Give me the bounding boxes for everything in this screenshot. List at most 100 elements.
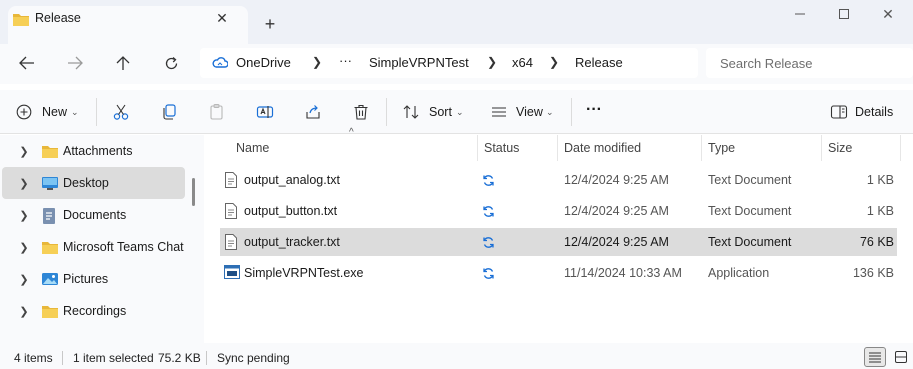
column-divider[interactable] bbox=[477, 135, 478, 161]
chevron-right-icon[interactable]: ❯ bbox=[18, 240, 30, 254]
breadcrumb-simplevrpntest[interactable]: SimpleVRPNTest bbox=[369, 55, 469, 70]
nav-item-label: Pictures bbox=[63, 272, 109, 286]
chevron-right-icon[interactable]: ❯ bbox=[18, 176, 30, 190]
chevron-down-icon[interactable]: ⌄ bbox=[71, 107, 79, 118]
column-header-status[interactable]: Status bbox=[484, 141, 519, 155]
nav-scrollbar[interactable] bbox=[192, 178, 195, 206]
column-divider[interactable] bbox=[821, 135, 822, 161]
file-size: 136 KB bbox=[852, 266, 894, 280]
cut-icon[interactable] bbox=[112, 101, 130, 123]
folder-icon bbox=[41, 143, 59, 159]
text-file-icon bbox=[224, 203, 238, 219]
pictures-icon bbox=[41, 271, 59, 287]
status-sync: Sync pending bbox=[217, 351, 290, 365]
text-file-icon bbox=[224, 172, 238, 188]
details-pane-icon[interactable] bbox=[830, 101, 848, 123]
new-button[interactable]: New bbox=[42, 105, 67, 119]
chevron-right-icon[interactable]: ❯ bbox=[18, 304, 30, 318]
file-date: 12/4/2024 9:25 AM bbox=[564, 235, 669, 249]
tab-title: Release bbox=[35, 11, 81, 25]
chevron-down-icon[interactable]: ⌄ bbox=[546, 107, 554, 118]
maximize-icon[interactable] bbox=[824, 0, 864, 28]
column-divider[interactable] bbox=[557, 135, 558, 161]
file-size: 76 KB bbox=[859, 235, 894, 249]
paste-icon[interactable] bbox=[208, 101, 226, 123]
search-placeholder: Search Release bbox=[720, 56, 813, 71]
share-icon[interactable] bbox=[304, 101, 322, 123]
column-divider[interactable] bbox=[701, 135, 702, 161]
divider bbox=[386, 98, 387, 126]
close-tab-icon[interactable]: ✕ bbox=[210, 7, 234, 29]
refresh-icon[interactable] bbox=[158, 52, 184, 74]
nav-item-label: Desktop bbox=[63, 176, 109, 190]
rename-icon[interactable] bbox=[256, 101, 274, 123]
file-row[interactable]: output_analog.txt 12/4/2024 9:25 AM Text… bbox=[220, 166, 897, 194]
chevron-right-icon[interactable]: ❯ bbox=[18, 144, 30, 158]
view-icon[interactable] bbox=[490, 101, 508, 123]
file-row[interactable]: output_tracker.txt 12/4/2024 9:25 AM Tex… bbox=[220, 228, 897, 256]
folder-icon bbox=[41, 303, 59, 319]
file-date: 12/4/2024 9:25 AM bbox=[564, 173, 669, 187]
file-name: output_tracker.txt bbox=[244, 235, 340, 249]
nav-item-label: Recordings bbox=[63, 304, 127, 318]
desktop-icon bbox=[41, 175, 59, 191]
sort-ascending-icon: ^ bbox=[349, 127, 354, 138]
nav-item-documents[interactable]: ❯ Documents bbox=[2, 199, 185, 231]
sort-button[interactable]: Sort bbox=[429, 105, 452, 119]
new-plus-icon[interactable] bbox=[16, 101, 32, 123]
forward-arrow-icon[interactable] bbox=[62, 52, 88, 74]
file-row[interactable]: SimpleVRPNTest.exe 11/14/2024 10:33 AM A… bbox=[220, 259, 897, 287]
file-type: Text Document bbox=[708, 173, 792, 187]
status-selected-size: 75.2 KB bbox=[158, 351, 201, 365]
file-date: 11/14/2024 10:33 AM bbox=[564, 266, 682, 280]
chevron-right-icon[interactable]: ❯ bbox=[312, 55, 322, 69]
folder-icon bbox=[12, 11, 30, 27]
file-size: 1 KB bbox=[866, 173, 894, 187]
up-arrow-icon[interactable] bbox=[110, 52, 136, 74]
column-header-date-modified[interactable]: Date modified bbox=[564, 141, 641, 155]
file-name: output_button.txt bbox=[244, 204, 338, 218]
new-tab-icon[interactable]: + bbox=[258, 13, 282, 35]
tiles-view-icon[interactable] bbox=[890, 347, 912, 367]
divider bbox=[571, 98, 572, 126]
back-arrow-icon[interactable] bbox=[14, 52, 40, 74]
divider bbox=[96, 98, 97, 126]
exe-icon bbox=[224, 265, 240, 279]
documents-icon bbox=[41, 207, 57, 225]
divider bbox=[62, 351, 63, 365]
column-divider[interactable] bbox=[900, 135, 901, 161]
chevron-right-icon[interactable]: ❯ bbox=[549, 55, 559, 69]
nav-item-pictures[interactable]: ❯ Pictures bbox=[2, 263, 185, 295]
nav-item-microsoft-teams-chat-files[interactable]: ❯ Microsoft Teams Chat Files bbox=[2, 231, 187, 263]
divider bbox=[206, 351, 207, 365]
folder-icon bbox=[41, 239, 59, 255]
details-button[interactable]: Details bbox=[855, 105, 893, 119]
close-window-icon[interactable]: ✕ bbox=[868, 0, 908, 28]
column-header-type[interactable]: Type bbox=[708, 141, 735, 155]
sort-icon[interactable] bbox=[402, 101, 420, 123]
status-selected: 1 item selected bbox=[73, 351, 154, 365]
chevron-down-icon[interactable]: ⌄ bbox=[456, 107, 464, 118]
breadcrumb-onedrive[interactable]: OneDrive bbox=[236, 55, 291, 70]
chevron-right-icon[interactable]: ❯ bbox=[18, 272, 30, 286]
copy-icon[interactable] bbox=[160, 101, 178, 123]
chevron-right-icon[interactable]: ❯ bbox=[18, 208, 30, 222]
breadcrumb-release[interactable]: Release bbox=[575, 55, 623, 70]
delete-icon[interactable] bbox=[352, 101, 370, 123]
nav-item-desktop[interactable]: ❯ Desktop bbox=[2, 167, 185, 199]
nav-item-recordings[interactable]: ❯ Recordings bbox=[2, 295, 185, 327]
file-name: output_analog.txt bbox=[244, 173, 340, 187]
file-row[interactable]: output_button.txt 12/4/2024 9:25 AM Text… bbox=[220, 197, 897, 225]
view-button[interactable]: View bbox=[516, 105, 543, 119]
minimize-icon[interactable] bbox=[780, 0, 820, 28]
nav-item-attachments[interactable]: ❯ Attachments bbox=[2, 135, 185, 167]
column-header-size[interactable]: Size bbox=[828, 141, 852, 155]
breadcrumb-x64[interactable]: x64 bbox=[512, 55, 533, 70]
column-header-name[interactable]: Name bbox=[236, 141, 269, 155]
nav-item-label: Microsoft Teams Chat Files bbox=[63, 240, 187, 254]
details-view-icon[interactable] bbox=[864, 347, 886, 367]
nav-item-label: Documents bbox=[63, 208, 127, 222]
chevron-right-icon[interactable]: ❯ bbox=[487, 55, 497, 69]
more-options-button[interactable]: ··· bbox=[586, 101, 602, 119]
breadcrumb-overflow[interactable]: ··· bbox=[339, 53, 352, 68]
